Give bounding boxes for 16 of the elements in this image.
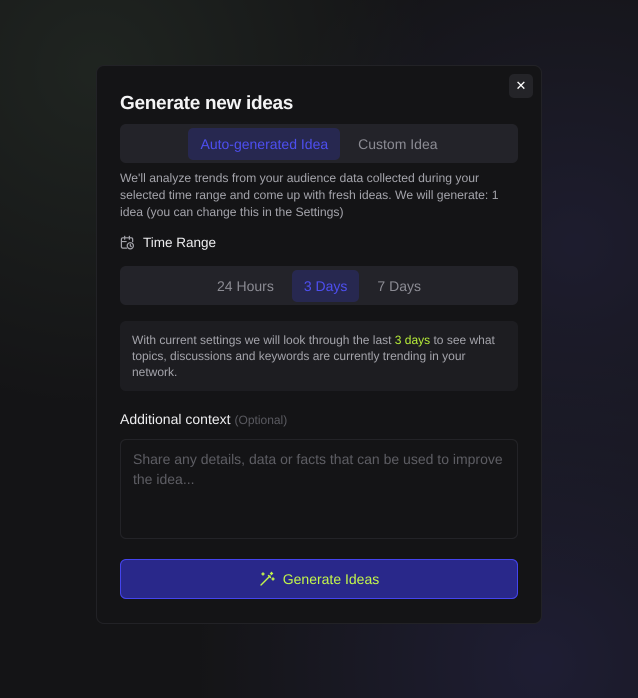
time-range-label: Time Range [143,235,216,250]
context-label: Additional context [120,411,231,427]
time-range-option[interactable]: 24 Hours [205,270,286,302]
time-range-option[interactable]: 7 Days [365,270,433,302]
context-field[interactable]: Share any details, data or facts that can be used to improve the idea... [120,439,518,539]
calendar-clock-icon [120,235,135,250]
time-range-option[interactable]: 3 Days [292,270,360,302]
description-text: We'll analyze trends from your audience data collected during your selected time range and come up with fresh ideas. We will generate: 1 idea (you can change this in the Settings) [120,170,500,221]
optional-hint: (Optional) [234,413,288,427]
info-text: With current settings we will look through the last 3 days to see what topics, discussions and keywords are currently trending in your network. [120,321,518,391]
magic-wand-icon [258,571,275,587]
mode-tab[interactable]: Custom Idea [346,128,450,160]
mode-tab[interactable]: Auto-generated Idea [188,128,340,160]
close-button[interactable]: ✕ [509,74,533,98]
generate-button[interactable]: Generate Ideas [120,559,518,599]
dialog-title: Generate new ideas [120,93,294,115]
